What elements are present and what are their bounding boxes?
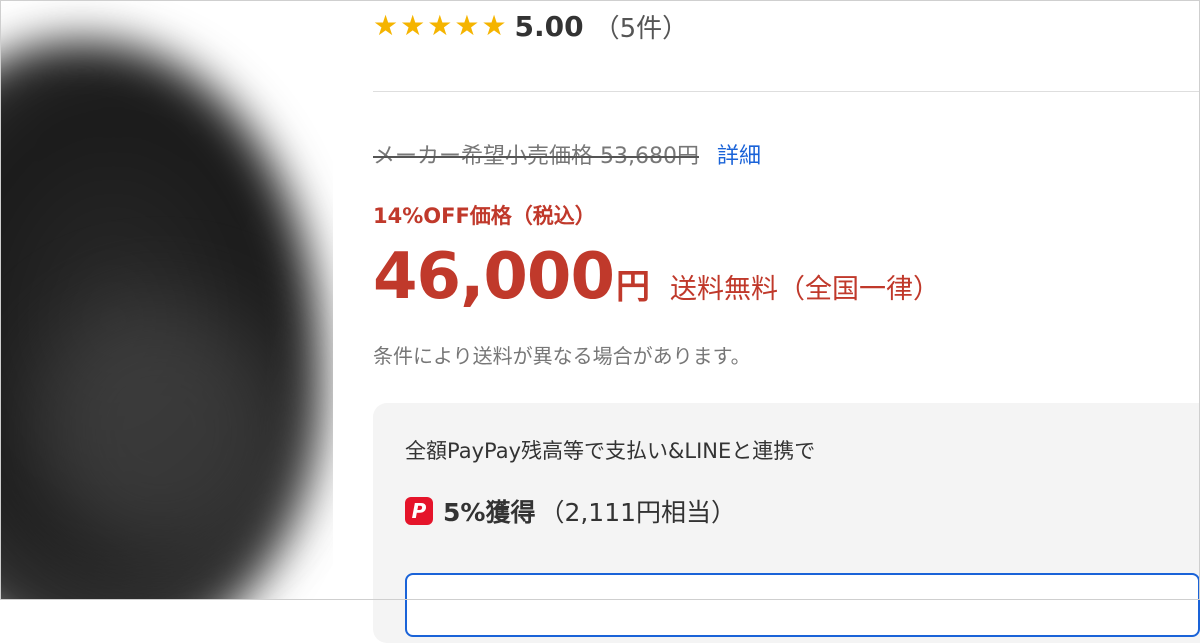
shipping-note: 条件により送料が異なる場合があります。 — [373, 344, 751, 368]
rating-score: 5.00 — [514, 9, 584, 43]
points-row: P 5%獲得 （2,111円相当） — [405, 493, 736, 529]
paypay-icon: P — [405, 497, 433, 525]
star-icon: ★ — [373, 9, 399, 42]
star-icon: ★ — [481, 9, 507, 42]
star-icon: ★ — [427, 9, 453, 42]
sale-price: 46,000 — [373, 240, 615, 314]
points-box: 全額PayPay残高等で支払い&LINEと連携で P 5%獲得 （2,111円相… — [373, 403, 1200, 643]
points-action-button[interactable] — [405, 573, 1200, 637]
star-icon: ★ — [400, 9, 426, 42]
rating-row[interactable]: ★ ★ ★ ★ ★ 5.00 （5件） — [373, 8, 688, 44]
divider — [373, 91, 1200, 92]
points-equivalent: （2,111円相当） — [539, 498, 737, 527]
discount-label: 14%OFF価格（税込） — [373, 204, 596, 228]
product-image-shadow — [30, 300, 290, 560]
star-rating: ★ ★ ★ ★ ★ — [373, 12, 507, 40]
star-icon: ★ — [454, 9, 480, 42]
price-row: 46,000 円 送料無料（全国一律） — [373, 240, 940, 314]
details-link[interactable]: 詳細 — [717, 138, 761, 170]
shipping-label: 送料無料（全国一律） — [669, 274, 940, 305]
review-count[interactable]: （5件） — [594, 8, 689, 45]
product-image[interactable] — [0, 0, 333, 600]
list-price-row: メーカー希望小売価格 53,680円 詳細 — [373, 138, 761, 170]
product-info-panel: ★ ★ ★ ★ ★ 5.00 （5件） メーカー希望小売価格 53,680円 詳… — [373, 0, 1200, 643]
list-price: メーカー希望小売価格 53,680円 — [373, 144, 699, 169]
points-rate: 5%獲得 — [443, 498, 536, 527]
price-unit: 円 — [615, 267, 650, 307]
points-description: 全額PayPay残高等で支払い&LINEと連携で — [405, 439, 816, 463]
